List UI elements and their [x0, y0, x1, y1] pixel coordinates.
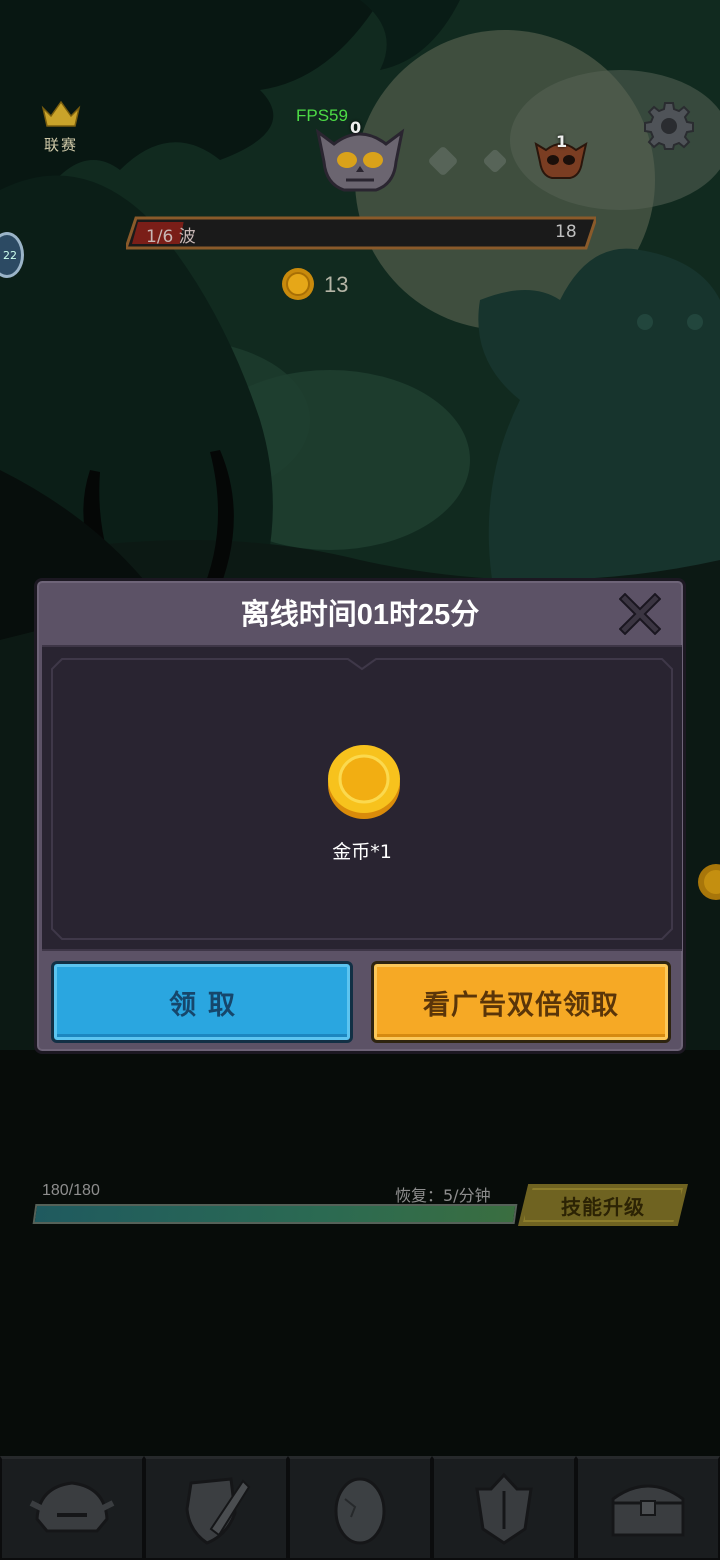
shield-sword-icon [185, 1476, 251, 1545]
treasure-chest-icon [611, 1484, 685, 1536]
hp-text: 180/180 [42, 1182, 100, 1199]
egg-icon [334, 1477, 386, 1544]
skill-upgrade-label: 技能升级 [561, 1194, 645, 1219]
bottom-tab-bar [0, 1456, 720, 1560]
claim-button[interactable]: 领取 [51, 961, 353, 1043]
reward-label: 金币*1 [332, 841, 392, 863]
wave-total-enemies: 18 [555, 222, 577, 242]
armor-icon [475, 1472, 533, 1545]
wave-label: 1/6 波 [146, 227, 196, 247]
coin-count: 13 [324, 272, 349, 297]
dropped-coin-icon [698, 864, 720, 900]
regen-text: 恢复：5/分钟 [395, 1186, 491, 1205]
claim-label: 领取 [169, 989, 247, 1021]
close-icon[interactable] [619, 593, 661, 635]
tab-weapon[interactable] [144, 1456, 288, 1560]
double-claim-label: 看广告双倍领取 [423, 989, 619, 1021]
league-label: 联赛 [43, 136, 78, 154]
tab-egg[interactable] [288, 1456, 432, 1560]
helmet-icon [29, 1480, 115, 1532]
hp-bar [32, 1204, 518, 1224]
wave-progress-bar [126, 216, 596, 250]
boss-kill-count: 0 [350, 118, 362, 137]
dialog-title: 离线时间01时25分 [240, 599, 480, 631]
league-button[interactable]: 联赛 [38, 100, 84, 155]
mini-boss-count: 1 [556, 132, 568, 151]
reward-panel: 金币*1 [42, 645, 682, 951]
tab-armor[interactable] [432, 1456, 576, 1560]
offline-reward-dialog: 离线时间01时25分 金币*1 领取 看广告双倍领取 [34, 578, 686, 1054]
gold-coin-icon [328, 745, 400, 819]
hp-bar-fill [34, 1206, 516, 1222]
crown-icon [41, 100, 81, 127]
tab-treasure[interactable] [576, 1456, 720, 1560]
skill-upgrade-button[interactable]: 技能升级 [518, 1184, 688, 1226]
gear-icon[interactable] [644, 100, 694, 150]
coin-icon [282, 268, 314, 300]
watch-ad-double-claim-button[interactable]: 看广告双倍领取 [371, 961, 671, 1043]
tab-helmet[interactable] [0, 1456, 144, 1560]
